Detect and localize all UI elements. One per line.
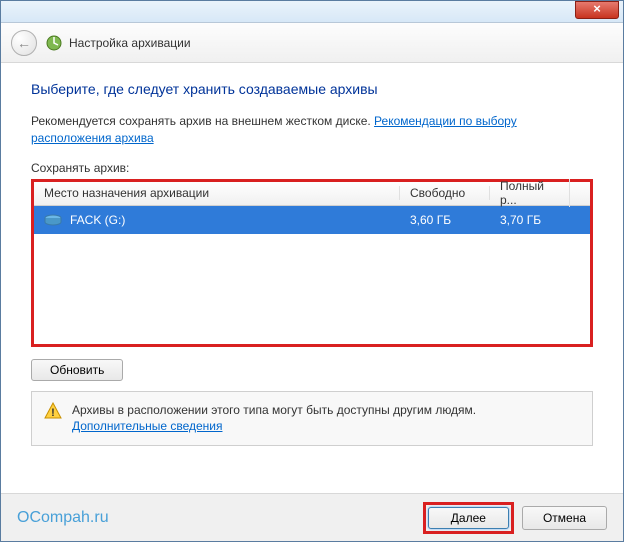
row-free: 3,60 ГБ [400, 213, 490, 227]
watermark: OCompah.ru [17, 509, 109, 527]
back-button[interactable]: ← [11, 30, 37, 56]
description-text: Рекомендуется сохранять архив на внешнем… [31, 113, 593, 147]
dialog-window: × ← Настройка архивации Выберите, где сл… [0, 0, 624, 542]
refresh-button[interactable]: Обновить [31, 359, 123, 381]
desc-prefix: Рекомендуется сохранять архив на внешнем… [31, 114, 374, 128]
titlebar: × [1, 1, 623, 23]
warning-text: Архивы в расположении этого типа могут б… [72, 402, 476, 436]
hard-disk-icon [44, 214, 62, 226]
header-title: Настройка архивации [69, 36, 191, 50]
row-name: FACK (G:) [70, 213, 125, 227]
more-info-link[interactable]: Дополнительные сведения [72, 419, 222, 433]
table-empty-area [34, 234, 590, 344]
wizard-header: ← Настройка архивации [1, 23, 623, 63]
svg-text:!: ! [51, 407, 55, 419]
destination-table: Место назначения архивации Свободно Полн… [31, 179, 593, 347]
backup-settings-icon [45, 34, 63, 52]
next-button[interactable]: Далее [428, 507, 509, 529]
warning-icon: ! [44, 402, 62, 420]
save-label: Сохранять архив: [31, 161, 593, 175]
content-area: Выберите, где следует хранить создаваемы… [1, 63, 623, 456]
warning-panel: ! Архивы в расположении этого типа могут… [31, 391, 593, 447]
row-total: 3,70 ГБ [490, 213, 570, 227]
page-heading: Выберите, где следует хранить создаваемы… [31, 81, 593, 97]
back-arrow-icon: ← [17, 35, 31, 51]
table-row[interactable]: FACK (G:) 3,60 ГБ 3,70 ГБ [34, 206, 590, 234]
col-free[interactable]: Свободно [400, 186, 490, 200]
close-button[interactable]: × [575, 1, 619, 19]
col-total[interactable]: Полный р... [490, 179, 570, 207]
next-button-highlight: Далее [423, 502, 514, 534]
footer: OCompah.ru Далее Отмена [1, 493, 623, 541]
warning-message: Архивы в расположении этого типа могут б… [72, 403, 476, 417]
cancel-button[interactable]: Отмена [522, 506, 607, 530]
col-destination[interactable]: Место назначения архивации [34, 186, 400, 200]
table-header-row: Место назначения архивации Свободно Полн… [34, 182, 590, 206]
